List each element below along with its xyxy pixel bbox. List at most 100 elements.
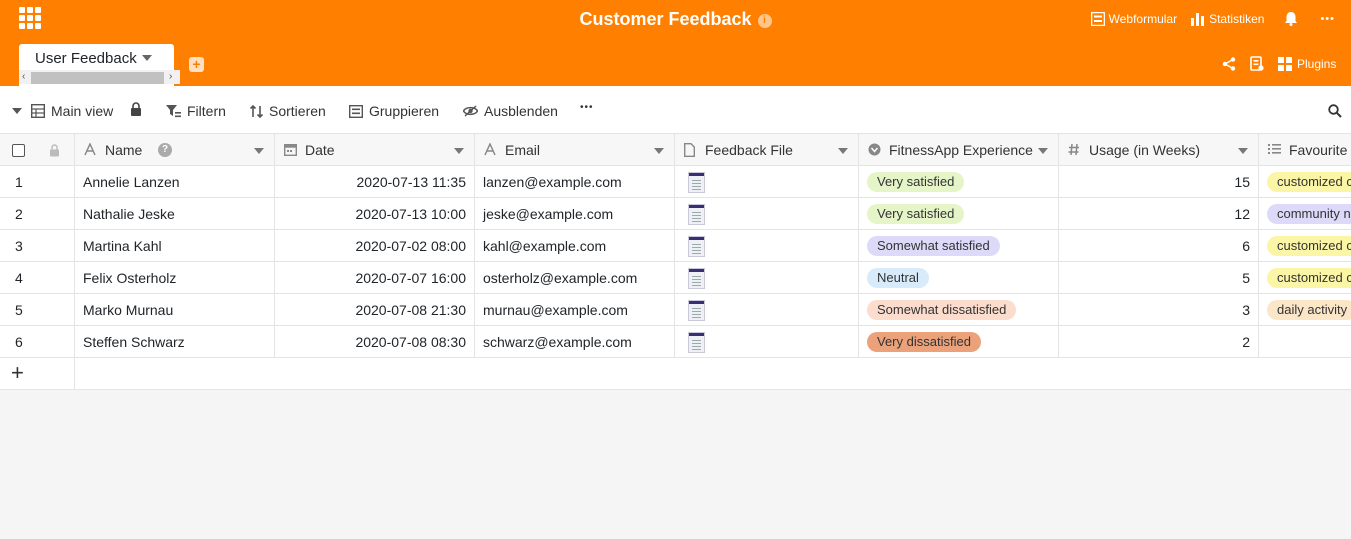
- table-row[interactable]: 3 Martina Kahl 2020-07-02 08:00 kahl@exa…: [0, 230, 1351, 262]
- table-row[interactable]: 2 Nathalie Jeske 2020-07-13 10:00 jeske@…: [0, 198, 1351, 230]
- table-row[interactable]: 4 Felix Osterholz 2020-07-07 16:00 oster…: [0, 262, 1351, 294]
- favourite-cell[interactable]: [1259, 326, 1351, 357]
- email-cell[interactable]: osterholz@example.com: [475, 262, 675, 293]
- name-cell[interactable]: Felix Osterholz: [75, 262, 275, 293]
- email-cell[interactable]: jeske@example.com: [475, 198, 675, 229]
- add-table-button[interactable]: +: [189, 57, 204, 72]
- usage-cell[interactable]: 5: [1059, 262, 1259, 293]
- favourite-cell[interactable]: community n: [1259, 198, 1351, 229]
- name-cell[interactable]: Annelie Lanzen: [75, 166, 275, 197]
- script-icon: [1250, 56, 1264, 71]
- hide-columns-button[interactable]: Ausblenden: [463, 103, 558, 119]
- help-icon[interactable]: ?: [158, 143, 172, 157]
- column-header-favourite[interactable]: Favourite F: [1259, 134, 1351, 165]
- share-button[interactable]: [1222, 56, 1236, 71]
- scripts-button[interactable]: [1250, 56, 1264, 71]
- favourite-cell[interactable]: customized c: [1259, 166, 1351, 197]
- experience-cell[interactable]: Neutral: [859, 262, 1059, 293]
- usage-cell[interactable]: 15: [1059, 166, 1259, 197]
- column-menu-icon[interactable]: [454, 148, 464, 154]
- file-thumbnail-icon[interactable]: [688, 300, 705, 321]
- search-button[interactable]: [1328, 104, 1348, 118]
- name-cell[interactable]: Steffen Schwarz: [75, 326, 275, 357]
- column-header-name[interactable]: Name ?: [75, 134, 275, 165]
- column-menu-icon[interactable]: [654, 148, 664, 154]
- toolbar-more-button[interactable]: •••: [580, 102, 594, 113]
- favourite-cell[interactable]: customized c: [1259, 230, 1351, 261]
- feedback-file-cell[interactable]: [675, 262, 859, 293]
- name-cell[interactable]: Marko Murnau: [75, 294, 275, 325]
- experience-cell[interactable]: Very satisfied: [859, 166, 1059, 197]
- column-header-email[interactable]: Email: [475, 134, 675, 165]
- file-thumbnail-icon[interactable]: [688, 204, 705, 225]
- usage-cell[interactable]: 2: [1059, 326, 1259, 357]
- usage-value: 15: [1234, 174, 1250, 190]
- usage-cell[interactable]: 3: [1059, 294, 1259, 325]
- group-button[interactable]: Gruppieren: [349, 103, 439, 119]
- date-cell[interactable]: 2020-07-08 08:30: [275, 326, 475, 357]
- date-cell[interactable]: 2020-07-08 21:30: [275, 294, 475, 325]
- email-cell[interactable]: schwarz@example.com: [475, 326, 675, 357]
- email-cell[interactable]: lanzen@example.com: [475, 166, 675, 197]
- column-header-feedback-file[interactable]: Feedback File: [675, 134, 859, 165]
- view-selector[interactable]: Main view: [12, 103, 113, 119]
- column-header-usage[interactable]: Usage (in Weeks): [1059, 134, 1259, 165]
- notifications-button[interactable]: [1284, 11, 1302, 26]
- tab-scrollbar[interactable]: ‹ ›: [19, 70, 180, 84]
- table-row[interactable]: 5 Marko Murnau 2020-07-08 21:30 murnau@e…: [0, 294, 1351, 326]
- scrollbar-thumb[interactable]: [31, 72, 164, 84]
- table-row[interactable]: 1 Annelie Lanzen 2020-07-13 11:35 lanzen…: [0, 166, 1351, 198]
- plugins-button[interactable]: Plugins: [1278, 56, 1336, 71]
- name-cell[interactable]: Nathalie Jeske: [75, 198, 275, 229]
- feedback-file-cell[interactable]: [675, 198, 859, 229]
- lock-view-button[interactable]: [130, 102, 148, 116]
- column-menu-icon[interactable]: [1038, 148, 1048, 154]
- name-cell[interactable]: Martina Kahl: [75, 230, 275, 261]
- table-row[interactable]: 6 Steffen Schwarz 2020-07-08 08:30 schwa…: [0, 326, 1351, 358]
- chevron-down-icon[interactable]: [142, 55, 152, 61]
- favourite-cell[interactable]: customized c: [1259, 262, 1351, 293]
- date-cell[interactable]: 2020-07-07 16:00: [275, 262, 475, 293]
- date-cell[interactable]: 2020-07-02 08:00: [275, 230, 475, 261]
- feedback-file-cell[interactable]: [675, 326, 859, 357]
- filter-button[interactable]: Filtern: [166, 103, 226, 119]
- file-thumbnail-icon[interactable]: [688, 332, 705, 353]
- filter-label: Filtern: [187, 103, 226, 119]
- file-thumbnail-icon[interactable]: [688, 268, 705, 289]
- feedback-file-cell[interactable]: [675, 166, 859, 197]
- email-cell[interactable]: murnau@example.com: [475, 294, 675, 325]
- header-secondary-actions: Plugins: [1222, 56, 1350, 71]
- experience-cell[interactable]: Very dissatisfied: [859, 326, 1059, 357]
- experience-cell[interactable]: Somewhat satisfied: [859, 230, 1059, 261]
- chevron-down-icon[interactable]: [12, 108, 22, 114]
- date-cell[interactable]: 2020-07-13 10:00: [275, 198, 475, 229]
- experience-cell[interactable]: Very satisfied: [859, 198, 1059, 229]
- scroll-right-icon[interactable]: ›: [169, 70, 172, 84]
- header-more-button[interactable]: •••: [1320, 13, 1335, 25]
- info-icon[interactable]: i: [757, 14, 772, 28]
- file-thumbnail-icon[interactable]: [688, 236, 705, 257]
- feedback-file-cell[interactable]: [675, 294, 859, 325]
- webform-button[interactable]: Webformular: [1090, 11, 1177, 26]
- column-header-date[interactable]: Date: [275, 134, 475, 165]
- feedback-file-cell[interactable]: [675, 230, 859, 261]
- apps-menu-icon[interactable]: [19, 7, 41, 29]
- scroll-left-icon[interactable]: ‹: [22, 70, 25, 84]
- experience-cell[interactable]: Somewhat dissatisfied: [859, 294, 1059, 325]
- statistics-button[interactable]: Statistiken: [1191, 12, 1264, 26]
- favourite-cell[interactable]: daily activity: [1259, 294, 1351, 325]
- column-menu-icon[interactable]: [1238, 148, 1248, 154]
- date-cell[interactable]: 2020-07-13 11:35: [275, 166, 475, 197]
- add-row-button[interactable]: +: [11, 360, 24, 386]
- sort-button[interactable]: Sortieren: [250, 103, 326, 119]
- column-header-experience[interactable]: FitnessApp Experience: [859, 134, 1059, 165]
- usage-cell[interactable]: 6: [1059, 230, 1259, 261]
- select-all-checkbox[interactable]: [12, 144, 25, 157]
- usage-cell[interactable]: 12: [1059, 198, 1259, 229]
- experience-badge: Very satisfied: [867, 172, 965, 192]
- column-menu-icon[interactable]: [838, 148, 848, 154]
- file-thumbnail-icon[interactable]: [688, 172, 705, 193]
- email-cell[interactable]: kahl@example.com: [475, 230, 675, 261]
- column-menu-icon[interactable]: [254, 148, 264, 154]
- tab-user-feedback[interactable]: User Feedback ‹ ›: [19, 44, 180, 86]
